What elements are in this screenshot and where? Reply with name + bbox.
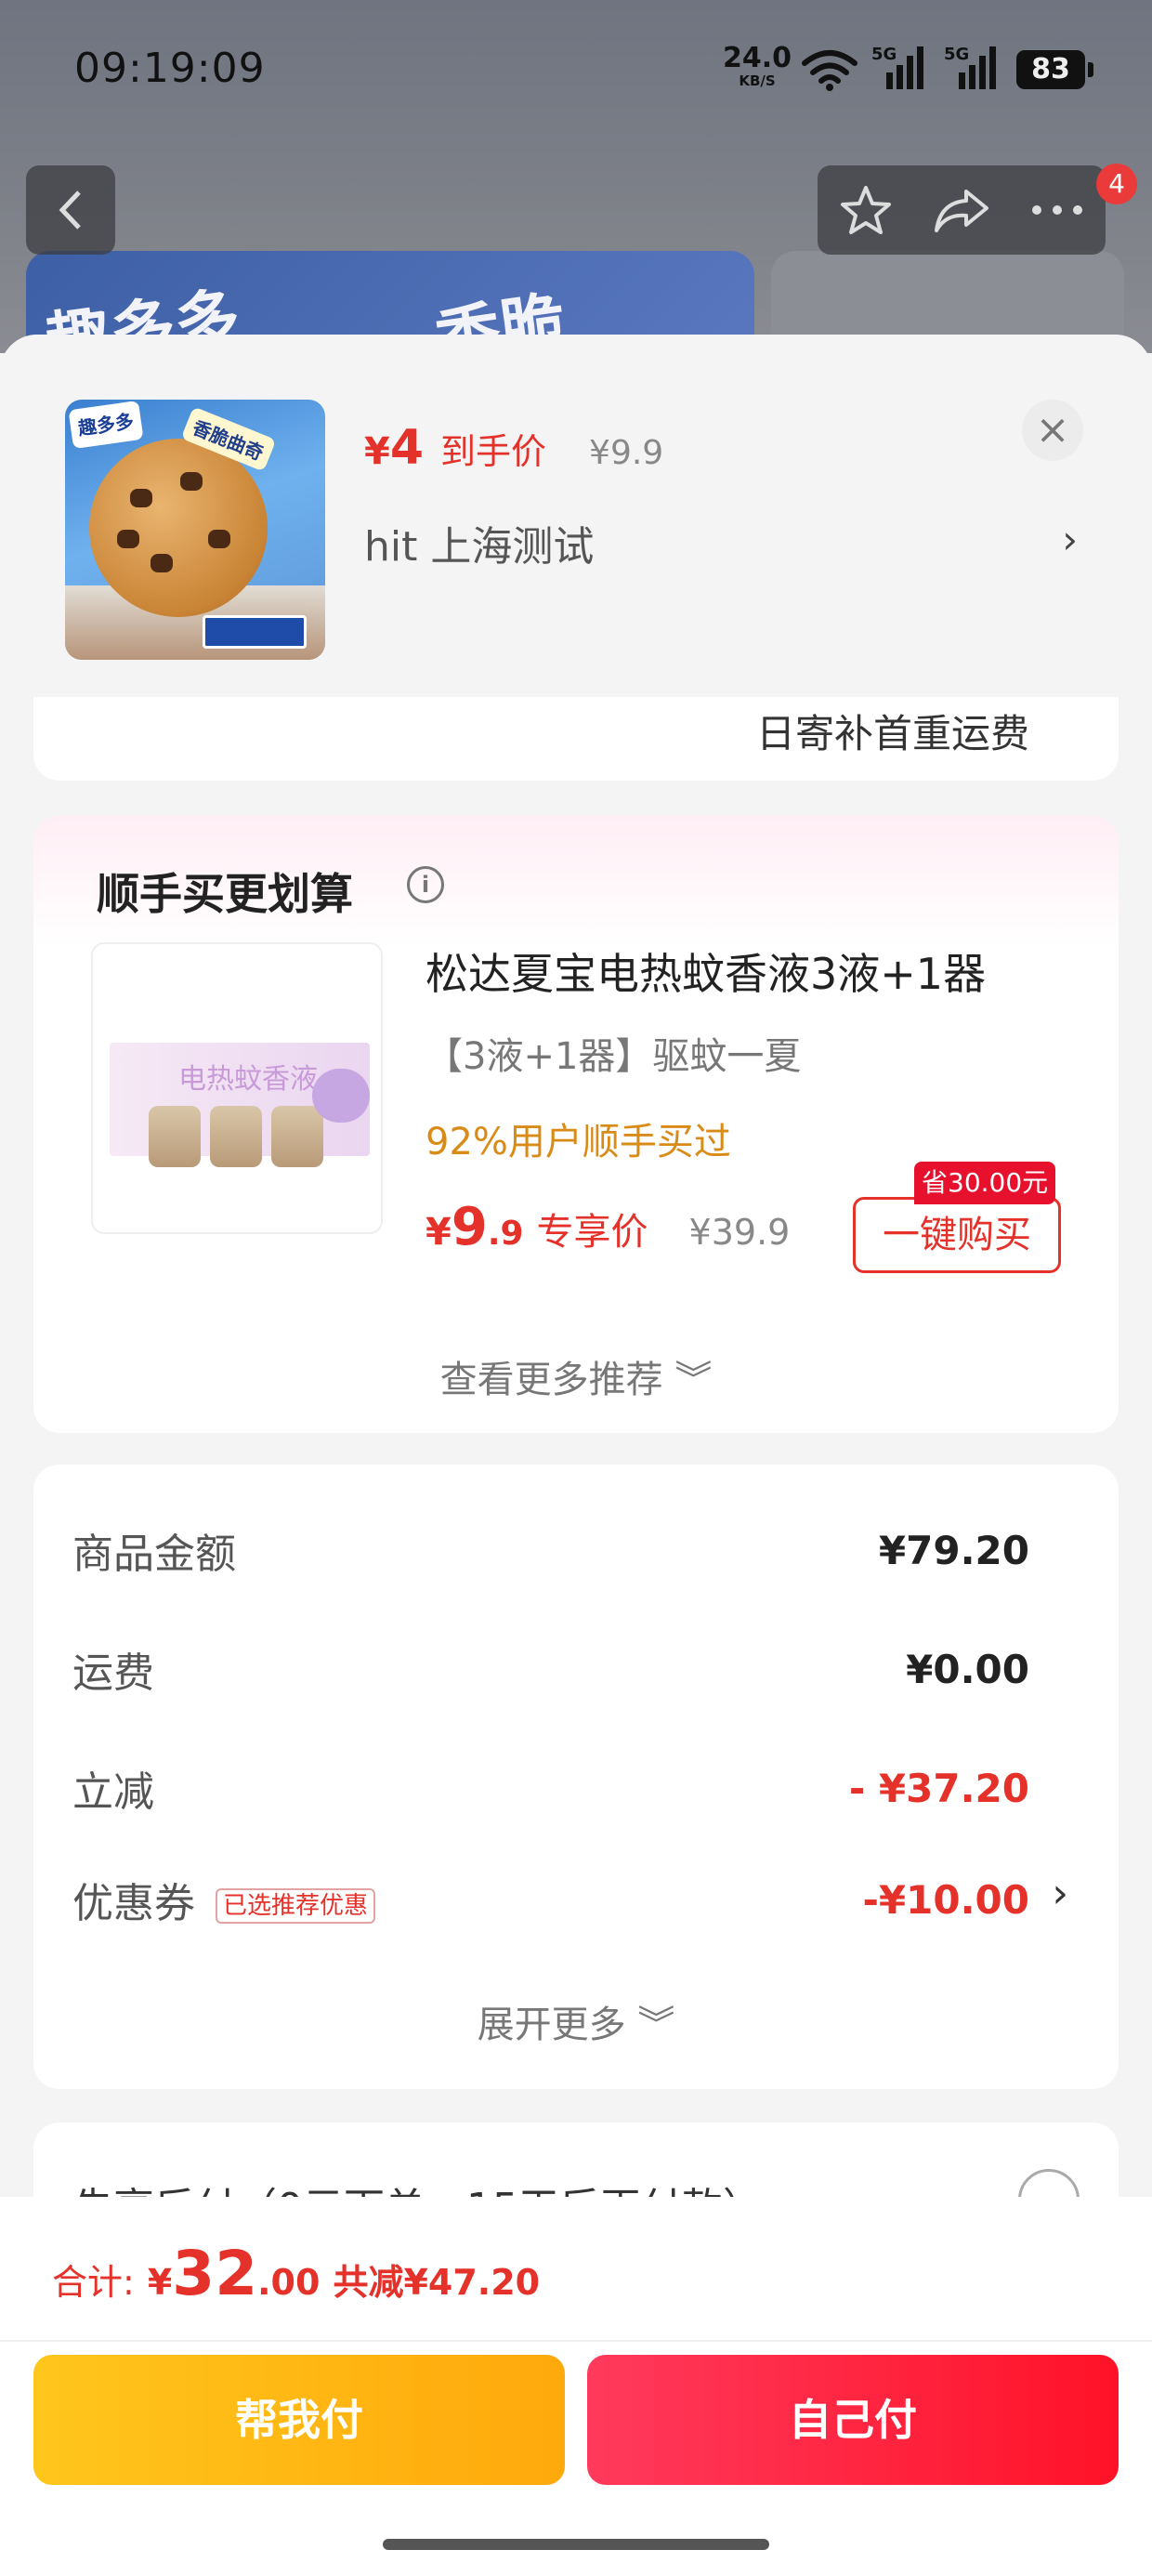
cookie-chip xyxy=(151,554,173,572)
close-icon: × xyxy=(1035,406,1070,453)
summary-label: 运费 xyxy=(72,1649,154,1697)
cookie-chip xyxy=(130,489,152,507)
wifi-icon xyxy=(802,50,857,91)
total-int: 32 xyxy=(172,2238,258,2309)
summary-row-goods: 商品金额 ¥79.20 xyxy=(72,1520,1029,1580)
total-dec: .00 xyxy=(257,2262,321,2303)
share-icon xyxy=(934,190,988,232)
recommendation-price: ¥ 9 .9 专享价 ¥39.9 xyxy=(425,1197,790,1257)
original-price: ¥9.9 xyxy=(589,434,664,472)
spec-text: hit 上海测试 xyxy=(364,523,595,571)
price-summary-card: 商品金额 ¥79.20 运费 ¥0.00 立减 - ¥37.20 优惠券 已选推荐… xyxy=(33,1465,1119,2089)
summary-value: -¥10.00 xyxy=(862,1876,1029,1923)
battery-indicator: 83 xyxy=(1016,50,1093,89)
info-icon[interactable]: i xyxy=(407,866,444,903)
product-heater xyxy=(312,1069,370,1123)
total-currency: ¥ xyxy=(147,2262,173,2303)
home-indicator[interactable] xyxy=(383,2539,769,2550)
summary-value: ¥79.20 xyxy=(878,1527,1029,1573)
summary-value: ¥0.00 xyxy=(906,1646,1029,1692)
product-bottle xyxy=(149,1106,201,1167)
product-box-text: 电热蚊香液 xyxy=(178,1063,318,1096)
product-price: ¥ 4 到手价 ¥9.9 xyxy=(364,420,663,476)
coupon-tag: 已选推荐优惠 xyxy=(216,1888,376,1924)
recommendation-product-subtitle: 【3液+1器】驱蚊一夏 xyxy=(425,1035,802,1078)
total-saved: 共减¥47.20 xyxy=(333,2262,541,2303)
recommendation-product-image[interactable]: 电热蚊香液 xyxy=(91,942,383,1234)
thumbnail-logo: 趣多多 xyxy=(68,400,144,450)
share-button[interactable] xyxy=(920,165,1003,255)
thumbnail-cookie xyxy=(89,439,268,617)
cookie-chip xyxy=(180,472,203,491)
recommendation-card: 顺手买更划算 i 电热蚊香液 松达夏宝电热蚊香液3液+1器 【3液+1器】驱蚊一… xyxy=(33,816,1119,1433)
network-speed-unit: KB/S xyxy=(739,72,776,89)
product-thumbnail[interactable]: 趣多多 香脆曲奇 xyxy=(65,400,325,660)
address-text: 日寄补首重运费 xyxy=(755,711,1029,756)
close-button[interactable]: × xyxy=(1022,400,1083,461)
more-dots-icon xyxy=(1032,205,1083,215)
summary-value: - ¥37.20 xyxy=(848,1765,1029,1811)
cookie-chip xyxy=(117,530,139,548)
top-action-capsule xyxy=(818,165,1106,255)
savings-tag: 省30.00元 xyxy=(914,1162,1056,1204)
order-total: 合计: ¥ 32 .00 共减¥47.20 xyxy=(52,2238,540,2309)
summary-row-coupon[interactable]: 优惠券 已选推荐优惠 -¥10.00 xyxy=(72,1870,1029,1929)
network-speed-value: 24.0 xyxy=(723,42,792,74)
signal-icon xyxy=(886,46,923,89)
summary-row-discount: 立减 - ¥37.20 xyxy=(72,1758,1029,1818)
see-more-recommendations[interactable]: 查看更多推荐 ︾ xyxy=(33,1349,1119,1403)
price-currency: ¥ xyxy=(364,430,390,473)
summary-row-shipping: 运费 ¥0.00 xyxy=(72,1639,1029,1699)
favorite-button[interactable] xyxy=(824,165,908,255)
chevron-left-icon xyxy=(59,191,81,230)
footer-divider xyxy=(0,2340,1152,2342)
recommendation-social-proof: 92%用户顺手买过 xyxy=(425,1121,731,1163)
price-label: 到手价 xyxy=(440,431,547,472)
original-price: ¥39.9 xyxy=(688,1212,791,1253)
product-bottle xyxy=(210,1106,262,1167)
price-value: 4 xyxy=(389,420,425,476)
signal-icon xyxy=(959,46,996,89)
back-button[interactable] xyxy=(26,165,115,255)
summary-label: 立减 xyxy=(72,1768,154,1816)
expand-more-link[interactable]: 展开更多 ︾ xyxy=(33,1994,1119,2048)
summary-label: 商品金额 xyxy=(72,1531,236,1578)
product-bottle xyxy=(271,1106,323,1167)
spec-selector[interactable]: hit 上海测试 › xyxy=(364,513,1089,572)
star-icon xyxy=(840,186,891,234)
sheet-header: 趣多多 香脆曲奇 ¥ 4 到手价 ¥9.9 hit 上海测试 › × xyxy=(0,335,1152,697)
more-button[interactable] xyxy=(1015,165,1099,255)
coupon-label-wrap: 优惠券 已选推荐优惠 xyxy=(72,1870,376,1929)
price-int: 9 xyxy=(451,1197,488,1257)
thumbnail-pack xyxy=(203,615,307,649)
pay-myself-button[interactable]: 自己付 xyxy=(587,2355,1119,2485)
price-currency: ¥ xyxy=(425,1211,452,1254)
chevron-right-icon: › xyxy=(1062,517,1078,562)
notification-badge: 4 xyxy=(1096,164,1137,204)
total-label: 合计: xyxy=(52,2262,135,2303)
cookie-chip xyxy=(208,530,230,548)
checkout-footer: 合计: ¥ 32 .00 共减¥47.20 帮我付 自己付 xyxy=(0,2197,1152,2576)
recommendation-product-name[interactable]: 松达夏宝电热蚊香液3液+1器 xyxy=(425,940,986,1002)
help-me-pay-button[interactable]: 帮我付 xyxy=(33,2355,565,2485)
chevron-right-icon[interactable]: › xyxy=(1052,1870,1068,1917)
status-bar: 09:19:09 24.0 KB/S 5G 5G 83 xyxy=(0,0,1152,139)
recommendation-title: 顺手买更划算 xyxy=(97,869,353,919)
one-click-buy-button[interactable]: 一键购买 xyxy=(853,1197,1061,1273)
price-label: 专享价 xyxy=(536,1211,648,1254)
price-dec: .9 xyxy=(487,1215,524,1253)
summary-label: 优惠券 xyxy=(72,1880,195,1927)
status-time: 09:19:09 xyxy=(74,45,266,92)
network-speed: 24.0 KB/S xyxy=(723,45,792,88)
